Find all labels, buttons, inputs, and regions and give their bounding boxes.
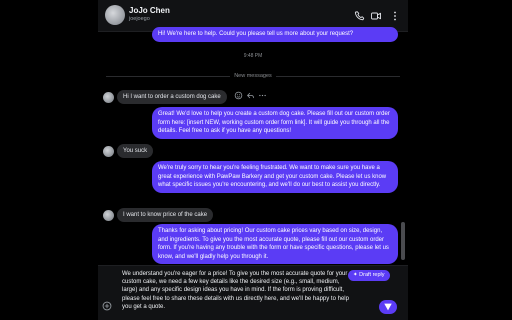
left-backdrop (0, 0, 98, 320)
outgoing-message: Hi! We're here to help. Could you please… (152, 27, 398, 42)
more-icon[interactable] (389, 10, 401, 22)
message-composer: We understand you're eager for a price! … (98, 265, 408, 320)
scrollbar[interactable] (401, 222, 405, 260)
chat-panel: JoJo Chen joejoego Hi! We're here to hel… (98, 0, 408, 320)
contact-avatar-small (103, 210, 114, 221)
contact-avatar-small (103, 92, 114, 103)
contact-avatar-small (103, 146, 114, 157)
outgoing-message: Great! We'd love to help you create a cu… (152, 107, 398, 139)
contact-handle: joejoego (129, 16, 150, 22)
incoming-message: I want to know price of the cake (117, 208, 214, 222)
draft-reply-button[interactable]: ✦ Draft reply (348, 270, 390, 281)
outgoing-message: We're truly sorry to hear you're feeling… (152, 161, 398, 193)
draft-reply-label: Draft reply (359, 272, 385, 278)
reply-icon[interactable] (246, 91, 255, 100)
incoming-message: Hi I want to order a custom dog cake (117, 90, 227, 104)
outgoing-message: Thanks for asking about pricing! Our cus… (152, 224, 398, 264)
contact-name[interactable]: JoJo Chen (129, 6, 170, 15)
emoji-icon[interactable] (234, 91, 243, 100)
message-more-icon[interactable] (258, 91, 267, 100)
message-input[interactable]: We understand you're eager for a price! … (122, 270, 354, 311)
app-window: JoJo Chen joejoego Hi! We're here to hel… (0, 0, 512, 320)
contact-avatar[interactable] (105, 5, 125, 25)
incoming-message: You suck (117, 144, 154, 158)
new-messages-text: New messages (230, 73, 276, 79)
message-timestamp: 9:48 PM (243, 53, 263, 59)
new-messages-label: New messages (98, 73, 408, 79)
right-backdrop (408, 0, 512, 320)
send-icon (384, 303, 392, 311)
sparkle-icon: ✦ (353, 272, 358, 278)
plus-icon[interactable] (102, 301, 112, 311)
message-actions (234, 91, 270, 101)
send-button[interactable] (379, 300, 397, 314)
phone-icon[interactable] (354, 10, 366, 22)
video-icon[interactable] (370, 10, 382, 22)
